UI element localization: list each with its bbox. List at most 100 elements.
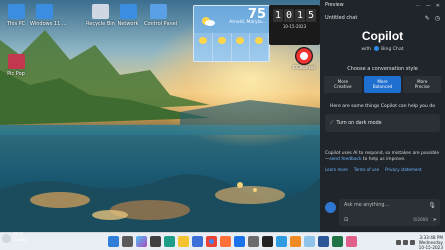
sun-icon [198, 37, 207, 44]
chat-input-placeholder[interactable]: Ask me anything... [344, 203, 389, 208]
add-image-icon[interactable]: ⊡ [344, 217, 348, 223]
file-explorer-icon[interactable] [178, 236, 189, 247]
with-bing-chat: with Bing Chat [320, 46, 445, 52]
sun-icon [236, 37, 245, 44]
new-topic-button[interactable] [325, 202, 336, 213]
task-view-icon[interactable] [150, 236, 161, 247]
conversation-style-selector: More Creative More Balanced More Precise [320, 76, 445, 93]
clock-digit: 0 [284, 9, 294, 22]
clock-digit: 1 [273, 9, 283, 22]
footer-links: Learn more Terms of use Privacy statemen… [325, 167, 440, 172]
style-more-precise-button[interactable]: More Precise [403, 76, 442, 93]
pic-pop-icon[interactable]: Pic Pop [2, 54, 30, 77]
char-count: 0/2000 [413, 217, 428, 222]
this-pc-icon[interactable]: This PC [2, 4, 30, 27]
volume-icon[interactable] [409, 240, 415, 245]
preview-label: Preview [325, 3, 344, 8]
history-icon[interactable]: ◷ [435, 15, 440, 22]
style-more-balanced-button[interactable]: More Balanced [363, 76, 402, 93]
vlc-icon[interactable] [290, 236, 301, 247]
disclaimer-post: to help us improve. [361, 157, 406, 162]
style-line2: Creative [334, 84, 352, 89]
forecast-day [194, 33, 213, 61]
copilot-icon[interactable] [136, 236, 147, 247]
settings-icon[interactable] [248, 236, 259, 247]
pic-pop-glyph-icon [7, 54, 25, 69]
chat-input-box[interactable]: Ask me anything... 🎙 ⊡ 0/2000 ➤ [339, 199, 440, 226]
control-panel-glyph-icon [149, 4, 167, 19]
network-globe-icon [119, 4, 137, 19]
control-panel-label: Control Panel [144, 21, 178, 27]
this-pc-label: This PC [6, 21, 26, 27]
chrome-icon[interactable] [206, 236, 217, 247]
mail-icon[interactable] [234, 236, 245, 247]
weather-icon [2, 233, 11, 243]
microphone-icon[interactable]: 🎙 [428, 202, 436, 209]
chat-input-bar: Ask me anything... 🎙 ⊡ 0/2000 ➤ [325, 199, 440, 226]
sun-icon [217, 37, 226, 44]
taskbar: 3:33:48 PM Wednesday 10-15-2023 [0, 232, 445, 250]
sun-cloud-icon [200, 12, 216, 26]
notepad-icon[interactable] [304, 236, 315, 247]
send-icon[interactable]: ➤ [433, 217, 437, 223]
chat-tab-row: Untitled chat ✎ ◷ [320, 11, 445, 25]
wand-icon: ⟋ [330, 120, 334, 126]
with-prefix: with [361, 47, 372, 52]
ccleaner-icon[interactable]: CCleaner [290, 47, 318, 71]
firefox-icon[interactable] [220, 236, 231, 247]
taskbar-clock[interactable]: 3:33:48 PM Wednesday 10-15-2023 [419, 235, 443, 250]
chevron-up-icon[interactable] [395, 240, 401, 245]
clock-digit: 1 [295, 9, 305, 22]
forecast-day [232, 33, 251, 61]
search-icon[interactable] [122, 236, 133, 247]
disclaimer-text: Copilot uses AI to respond, so mistakes … [325, 151, 440, 163]
wifi-icon[interactable] [402, 240, 408, 245]
close-icon[interactable]: ✕ [436, 3, 440, 9]
style-more-creative-button[interactable]: More Creative [324, 76, 362, 93]
windows11-icon[interactable]: Windows 11 ... [30, 4, 67, 27]
recycle-bin-icon[interactable]: Recycle Bin [86, 4, 115, 27]
privacy-link[interactable]: Privacy statement [385, 167, 421, 172]
photos-icon[interactable] [276, 236, 287, 247]
computer-icon [7, 4, 25, 19]
taskbar-weather[interactable]: 75°F Sunny [2, 233, 27, 243]
edit-icon[interactable]: ✎ [425, 15, 430, 22]
send-feedback-link[interactable]: send feedback [329, 157, 361, 162]
weather-location: Arnold, Maryla... [229, 20, 266, 25]
choose-style-label: Choose a conversation style [347, 66, 418, 72]
network-icon[interactable]: Network [114, 4, 142, 27]
minimize-icon[interactable]: — [426, 3, 431, 9]
weather-widget[interactable]: 75 Arnold, Maryla... [193, 5, 270, 62]
paint-icon[interactable] [346, 236, 357, 247]
forecast-day [250, 33, 269, 61]
system-tray: 3:33:48 PM Wednesday 10-15-2023 [395, 235, 443, 250]
edge-icon[interactable] [164, 236, 175, 247]
trash-icon [91, 4, 109, 19]
things-heading: Here are some things Copilot can help yo… [329, 104, 436, 109]
ccleaner-logo-icon [295, 47, 313, 65]
terms-link[interactable]: Terms of use [354, 167, 379, 172]
weather-forecast [194, 33, 269, 61]
learn-more-link[interactable]: Learn more [325, 167, 348, 172]
terminal-icon[interactable] [262, 236, 273, 247]
store-icon[interactable] [192, 236, 203, 247]
chat-title[interactable]: Untitled chat [325, 15, 357, 21]
windows-icon [35, 4, 53, 19]
suggestion-dark-mode-button[interactable]: ⟋ Turn on dark mode [325, 114, 440, 132]
start-button-icon[interactable] [108, 236, 119, 247]
excel-icon[interactable] [332, 236, 343, 247]
style-line2: Precise [414, 84, 430, 89]
flip-clock-widget[interactable]: 1 0 1 5 10-15-2023 [269, 5, 320, 45]
bing-chat-label: Bing Chat [381, 47, 404, 52]
bing-icon [373, 46, 379, 51]
suggestion-label: Turn on dark mode [336, 120, 382, 126]
flip-clock-date: 10-15-2023 [282, 24, 307, 29]
word-icon[interactable] [318, 236, 329, 247]
copilot-panel: Preview ⋯ — ✕ Untitled chat ✎ ◷ Copilot … [320, 0, 445, 232]
control-panel-icon[interactable]: Control Panel [144, 4, 178, 27]
more-options-icon[interactable]: ⋯ [416, 3, 421, 9]
style-line2: Balanced [372, 84, 393, 89]
clock-digit: 5 [306, 9, 316, 22]
panel-titlebar: Preview ⋯ — ✕ [320, 0, 445, 11]
forecast-day [213, 33, 232, 61]
